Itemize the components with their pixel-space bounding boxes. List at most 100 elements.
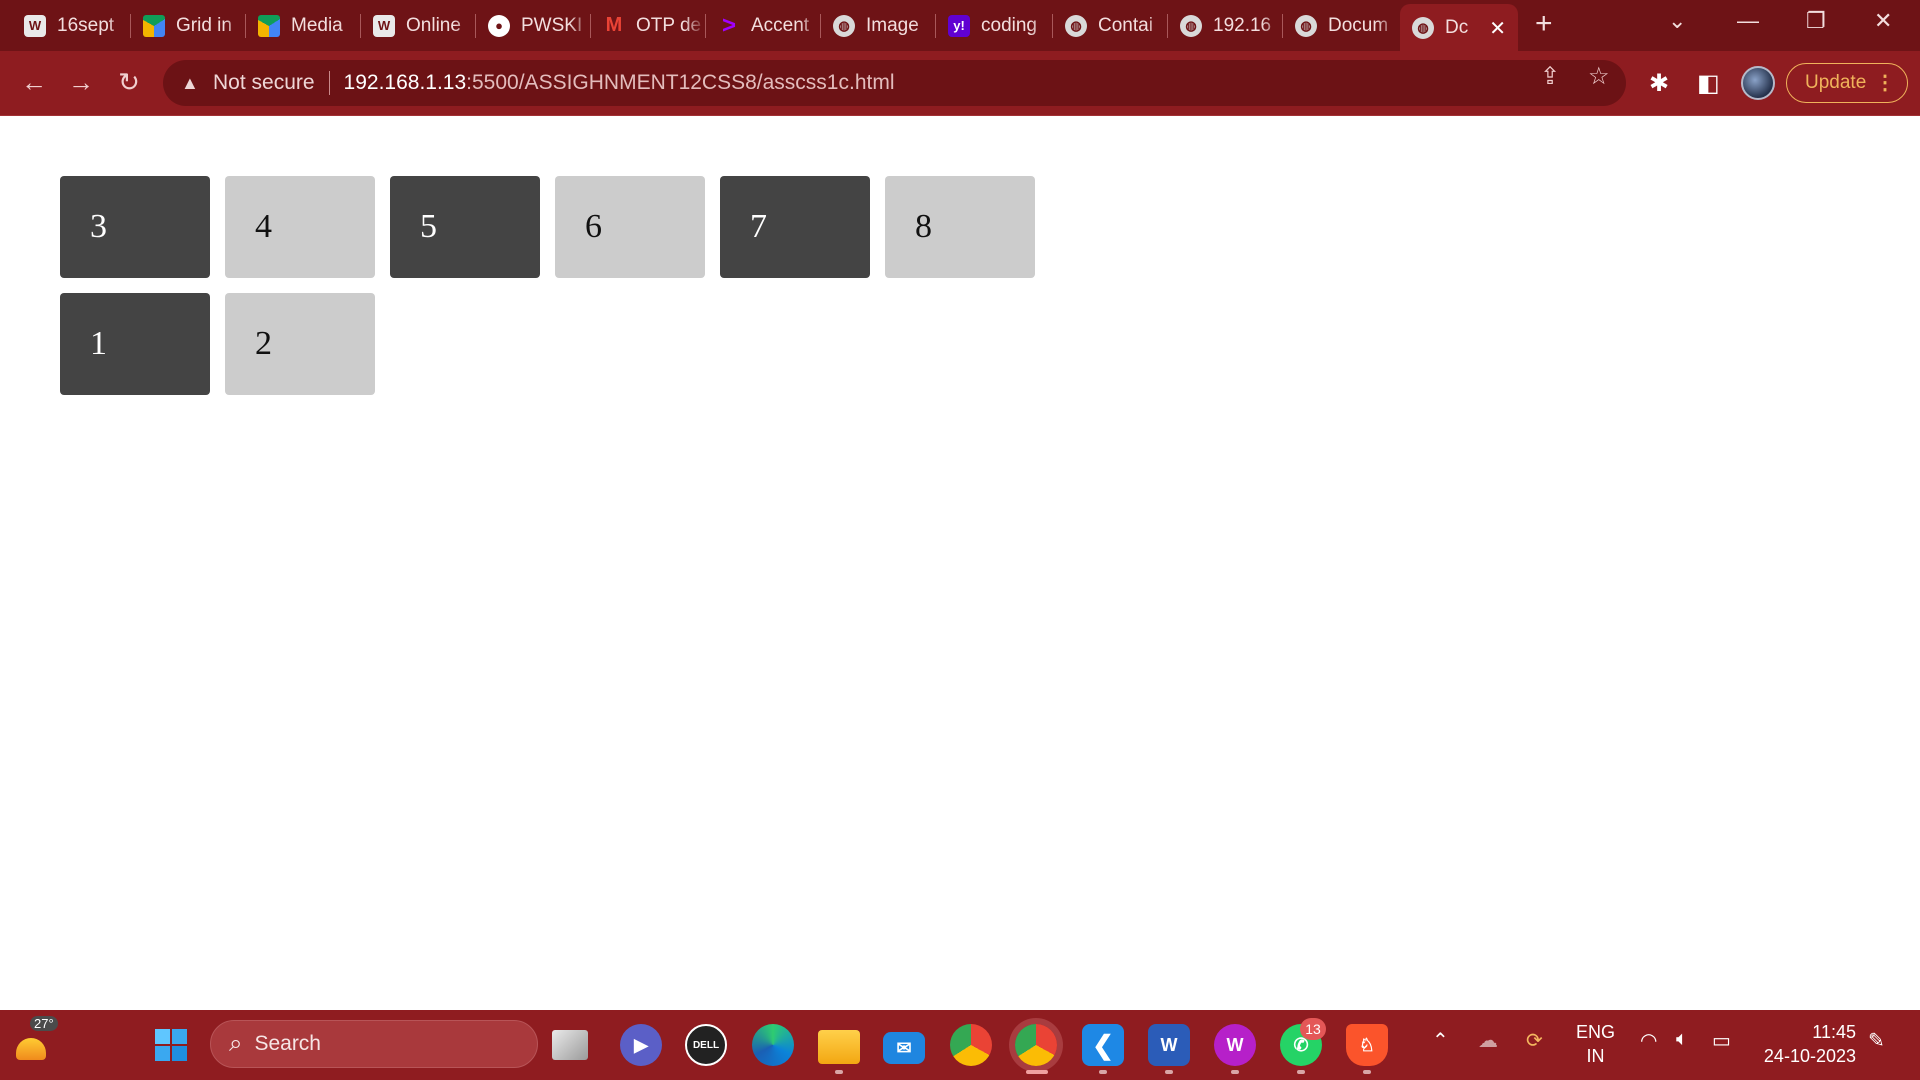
start-button[interactable] — [150, 1024, 192, 1066]
url-path: :5500/ASSIGHNMENT12CSS8/asscss1c.html — [466, 71, 895, 94]
tab-strip: W 16sept Grid in Media W Online ● PWSKI … — [0, 0, 1920, 51]
dell-icon[interactable]: DELL — [685, 1024, 727, 1066]
onedrive-icon[interactable]: ☁ — [1478, 1028, 1498, 1053]
grid-item-3: 3 — [60, 176, 210, 278]
weather-temp: 27° — [30, 1016, 58, 1031]
chrome-profile-icon[interactable] — [1015, 1024, 1057, 1066]
clock-date: 24-10-2023 — [1763, 1046, 1856, 1066]
tab-coding[interactable]: y! coding — [936, 5, 1052, 46]
share-icon[interactable]: ⇪ — [1540, 62, 1560, 91]
side-panel-icon[interactable]: ◧ — [1697, 69, 1720, 98]
language-indicator[interactable]: ENG IN — [1576, 1020, 1615, 1068]
tab-otp[interactable]: M OTP de — [591, 5, 705, 46]
running-indicator — [1297, 1070, 1305, 1074]
edge-icon[interactable] — [752, 1024, 794, 1066]
sync-icon[interactable]: ⟳ — [1526, 1028, 1543, 1053]
grid-item-8: 8 — [885, 176, 1035, 278]
url-host: 192.168.1.13 — [343, 71, 467, 94]
tab-online[interactable]: W Online — [361, 5, 475, 46]
running-indicator — [1165, 1070, 1173, 1074]
reload-icon[interactable]: ↻ — [111, 64, 147, 100]
address-divider — [328, 71, 330, 95]
grid-item-2: 2 — [225, 293, 375, 395]
search-placeholder: Search — [254, 1032, 321, 1055]
vscode-icon[interactable]: ❮ — [1082, 1024, 1124, 1066]
browser-toolbar: ← → ↻ ▲ Not secure 192.168.1.13 :5500/AS… — [0, 51, 1920, 116]
running-indicator — [1231, 1070, 1239, 1074]
taskbar: 27° ⌕ Search ▶ DELL ✉ ❮ W W ✆ 13 ♘ ⌃ ☁ ⟳… — [0, 1010, 1920, 1080]
bookmark-star-icon[interactable]: ☆ — [1588, 62, 1610, 91]
weather-sun-icon — [16, 1038, 46, 1060]
github-icon: ● — [488, 14, 510, 37]
globe-icon: ◍ — [1065, 14, 1087, 37]
tab-image[interactable]: ◍ Image — [821, 5, 935, 46]
tab-media[interactable]: Media — [246, 5, 360, 46]
tab-192[interactable]: ◍ 192.16 — [1168, 5, 1282, 46]
minimize-icon[interactable]: — — [1737, 8, 1759, 34]
tab-pwski[interactable]: ● PWSKI — [476, 5, 590, 46]
update-button[interactable]: Update ⋮ — [1786, 63, 1908, 103]
globe-icon: ◍ — [1412, 16, 1434, 39]
globe-icon: ◍ — [1295, 14, 1317, 37]
new-tab-button[interactable]: + — [1535, 7, 1553, 41]
word-icon[interactable]: W — [1148, 1024, 1190, 1066]
tab-contai[interactable]: ◍ Contai — [1053, 5, 1167, 46]
tab-accent[interactable]: > Accent — [706, 5, 820, 46]
notification-badge: 13 — [1300, 1018, 1326, 1040]
teams-chat-icon[interactable]: ▶ — [620, 1024, 662, 1066]
extensions-icon[interactable]: ✱ — [1649, 69, 1669, 98]
clock-time: 11:45 — [1812, 1022, 1856, 1042]
show-hidden-icons-icon[interactable]: ⌃ — [1432, 1028, 1449, 1053]
file-explorer-icon[interactable] — [818, 1030, 860, 1064]
volume-icon[interactable]: 🔈︎ — [1676, 1028, 1688, 1051]
warning-icon: ▲ — [181, 72, 199, 93]
tab-grid-in[interactable]: Grid in — [131, 5, 245, 46]
task-view-icon[interactable] — [552, 1030, 588, 1060]
tab-active[interactable]: ◍ Dc ✕ — [1400, 4, 1518, 51]
menu-dots-icon[interactable]: ⋮ — [1875, 70, 1895, 95]
system-clock[interactable]: 11:45 24-10-2023 — [1760, 1020, 1856, 1068]
google-drive-icon — [258, 14, 280, 37]
language-code: ENG — [1576, 1022, 1616, 1042]
grid-item-6: 6 — [555, 176, 705, 278]
search-icon: ⌕ — [229, 1030, 243, 1057]
google-drive-icon — [143, 14, 165, 37]
grid-item-7: 7 — [720, 176, 870, 278]
back-icon[interactable]: ← — [16, 64, 52, 100]
gmail-icon: M — [605, 14, 623, 36]
active-indicator — [1026, 1070, 1048, 1074]
chrome-icon[interactable] — [950, 1024, 992, 1066]
wifi-icon[interactable]: ◠ — [1640, 1028, 1657, 1053]
region-code: IN — [1586, 1046, 1605, 1066]
notifications-icon[interactable]: ✎ — [1868, 1028, 1885, 1053]
mail-icon[interactable]: ✉ — [883, 1032, 925, 1064]
address-bar[interactable]: ▲ Not secure 192.168.1.13 :5500/ASSIGHNM… — [163, 60, 1626, 106]
running-indicator — [1363, 1070, 1371, 1074]
globe-icon: ◍ — [833, 14, 855, 37]
running-indicator — [1099, 1070, 1107, 1074]
grid-item-1: 1 — [60, 293, 210, 395]
weather-widget[interactable]: 27° — [12, 1016, 58, 1064]
tab-search-icon[interactable]: ⌄ — [1668, 8, 1686, 34]
wps-icon[interactable]: W — [1214, 1024, 1256, 1066]
taskbar-search[interactable]: ⌕ Search — [210, 1020, 538, 1068]
globe-icon: ◍ — [1180, 14, 1202, 37]
close-tab-icon[interactable]: ✕ — [1489, 16, 1506, 41]
page-viewport: 3 4 5 6 7 8 1 2 — [0, 117, 1920, 1010]
accenture-icon: > — [721, 11, 736, 39]
brave-icon[interactable]: ♘ — [1346, 1024, 1388, 1066]
wordpress-icon: W — [373, 14, 395, 37]
profile-avatar[interactable] — [1741, 66, 1775, 100]
security-label[interactable]: Not secure — [213, 71, 315, 95]
yahoo-icon: y! — [948, 14, 970, 37]
wordpress-icon: W — [24, 14, 46, 37]
battery-icon[interactable]: ▭ — [1712, 1028, 1731, 1053]
update-label: Update — [1805, 72, 1867, 93]
forward-icon[interactable]: → — [63, 64, 99, 100]
windows-icon — [155, 1029, 187, 1061]
close-window-icon[interactable]: ✕ — [1874, 8, 1892, 34]
restore-icon[interactable]: ❐ — [1806, 8, 1826, 34]
grid-container: 3 4 5 6 7 8 1 2 — [60, 176, 1035, 395]
tab-16sept[interactable]: W 16sept — [12, 5, 130, 46]
tab-docum[interactable]: ◍ Docum — [1283, 5, 1397, 46]
